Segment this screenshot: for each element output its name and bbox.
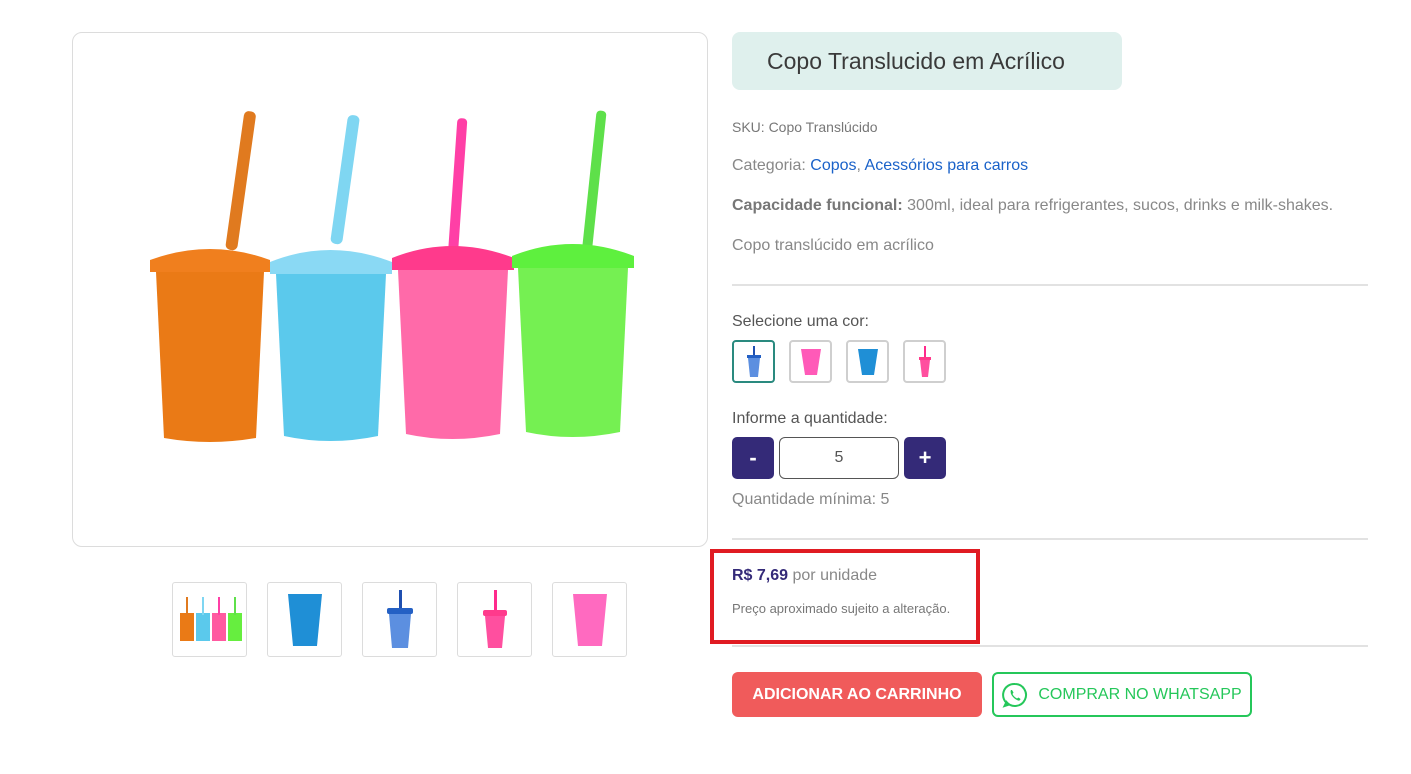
thumbnail-blue-cup-straw[interactable] <box>362 582 437 657</box>
product-sku: SKU: Copo Translúcido <box>732 119 878 135</box>
product-title-text: Copo Translucido em Acrílico <box>767 47 1065 74</box>
four-cups-thumb-icon <box>179 596 242 641</box>
price-unit: por unidade <box>788 567 878 584</box>
capacity-text: 300ml, ideal para refrigerantes, sucos, … <box>902 197 1334 214</box>
product-categories: Categoria: Copos, Acessórios para carros <box>732 157 1028 175</box>
price-amount: R$ 7,69 <box>732 567 789 584</box>
category-link-acessorios[interactable]: Acessórios para carros <box>865 157 1029 174</box>
quantity-input[interactable] <box>779 437 899 479</box>
color-option-pink-cup[interactable] <box>789 340 832 383</box>
blue-cup-straw-icon <box>746 345 761 377</box>
price-disclaimer: Preço aproximado sujeito a alteração. <box>732 601 951 616</box>
thumbnail-strip <box>172 582 627 657</box>
divider <box>732 645 1368 647</box>
whatsapp-label: COMPRAR NO WHATSAPP <box>1038 685 1242 703</box>
thumbnail-blue-cup[interactable] <box>267 582 342 657</box>
blue-cup-icon <box>857 348 878 375</box>
divider <box>732 538 1368 540</box>
color-selector-label: Selecione uma cor: <box>732 313 869 330</box>
whatsapp-buy-button[interactable]: COMPRAR NO WHATSAPP <box>992 672 1252 717</box>
blue-cup-straw-thumb-icon <box>386 589 413 648</box>
category-label: Categoria: <box>732 157 811 174</box>
capacity-label: Capacidade funcional: <box>732 197 903 214</box>
four-cups-image <box>150 110 634 442</box>
main-product-image[interactable] <box>72 32 708 547</box>
color-option-blue-cup-straw[interactable] <box>732 340 775 383</box>
color-option-blue-cup[interactable] <box>846 340 889 383</box>
product-title: Copo Translucido em Acrílico <box>732 32 1122 90</box>
pink-cup-icon <box>800 348 821 375</box>
quantity-stepper: - + <box>732 437 946 479</box>
add-to-cart-button[interactable]: ADICIONAR AO CARRINHO <box>732 672 982 717</box>
whatsapp-icon <box>1002 682 1028 708</box>
thumbnail-four-cups[interactable] <box>172 582 247 657</box>
color-swatches <box>732 340 946 383</box>
category-separator: , <box>856 157 865 174</box>
minimum-quantity: Quantidade mínima: 5 <box>732 491 890 508</box>
price-highlight-box <box>710 549 980 644</box>
pink-cup-straw-thumb-icon <box>482 589 507 648</box>
quantity-label: Informe a quantidade: <box>732 410 888 427</box>
unit-price: R$ 7,69 por unidade <box>732 567 877 585</box>
divider <box>732 284 1368 286</box>
add-to-cart-label: ADICIONAR AO CARRINHO <box>752 685 962 703</box>
color-option-pink-cup-straw[interactable] <box>903 340 946 383</box>
quantity-decrease-button[interactable]: - <box>732 437 774 479</box>
quantity-increase-button[interactable]: + <box>904 437 946 479</box>
product-description: Copo translúcido em acrílico <box>732 237 934 254</box>
thumbnail-pink-cup[interactable] <box>552 582 627 657</box>
pink-cup-thumb-icon <box>572 593 607 646</box>
blue-cup-thumb-icon <box>287 593 322 646</box>
category-link-copos[interactable]: Copos <box>810 157 856 174</box>
pink-cup-straw-icon <box>918 345 931 377</box>
thumbnail-pink-cup-straw[interactable] <box>457 582 532 657</box>
product-capacity: Capacidade funcional: 300ml, ideal para … <box>732 197 1333 215</box>
